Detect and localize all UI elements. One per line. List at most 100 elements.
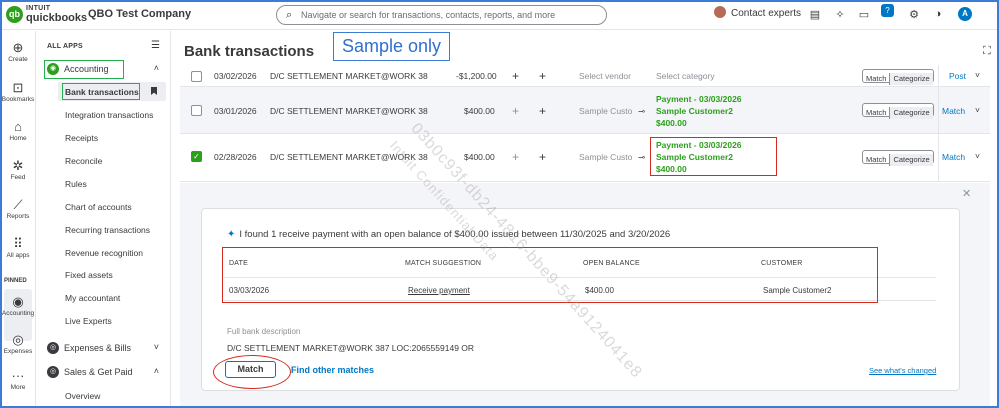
sidebar-item-recurring-transactions[interactable]: Recurring transactions [65,225,150,235]
global-search[interactable]: ⌕ Navigate or search for transactions, c… [276,5,607,25]
sidebar-item-overview[interactable]: Overview [65,391,100,401]
quickbooks-logo[interactable]: qb INTUIT quickbooks [6,5,87,25]
row-payee-select[interactable]: Sample Custo [579,152,632,162]
sample-only-label: Sample only [333,32,450,61]
rail-more[interactable]: ··· More [0,368,36,391]
sidebar-item-reconcile[interactable]: Reconcile [65,156,102,166]
company-name: QBO Test Company [88,8,192,20]
sidebar-item-my-accountant[interactable]: My accountant [65,293,120,303]
sidebar-group-expenses[interactable]: ◎ Expenses & Bills ˅ [47,340,163,358]
rail-accounting-label: Accounting [1,310,35,317]
more-dots-icon: ··· [11,368,25,383]
add-split-icon[interactable]: + [512,150,519,164]
row-payee-select[interactable]: Select vendor [579,71,631,81]
add-rule-icon[interactable]: + [539,104,546,118]
gear-icon[interactable]: ⚙ [907,8,921,21]
close-icon[interactable]: ✕ [962,187,971,200]
find-other-matches-link[interactable]: Find other matches [291,365,374,375]
rail-create-label: Create [8,56,28,63]
row-match-categorize-toggle[interactable]: Match Categorize [862,150,934,166]
rail-feed[interactable]: ✲ Feed [0,158,36,181]
rail-accounting[interactable]: ◉ Accounting [0,294,36,317]
annotation-bank-transactions-box [62,83,140,100]
match-line-customer: Sample Customer2 [656,106,733,116]
sidebar-item-live-experts[interactable]: Live Experts [65,316,112,326]
add-split-icon[interactable]: + [512,69,519,83]
match-line-amount: $400.00 [656,118,687,128]
row-category-select[interactable]: Select category [656,71,715,81]
sidebar-group-sales[interactable]: ◎ Sales & Get Paid ˄ [47,364,163,382]
see-whats-changed-link[interactable]: See what's changed [869,366,936,375]
logo-intuit-text: INTUIT [26,5,51,12]
row-checkbox[interactable] [191,105,202,116]
link-icon: ⊸ [638,152,646,162]
help-icon[interactable]: ? [881,4,894,17]
sparkle-icon: ✦ [227,229,236,240]
row-amount: $400.00 [464,106,495,116]
sidebar-item-chart-of-accounts[interactable]: Chart of accounts [65,202,132,212]
add-rule-icon[interactable]: + [539,69,546,83]
top-bar: qb INTUIT quickbooks QBO Test Company ⌕ … [0,0,999,30]
row-match-categorize-toggle[interactable]: Match Categorize [862,103,934,119]
row-description: D/C SETTLEMENT MARKET@WORK 387 LOC [270,106,428,116]
categorize-toggle-option[interactable]: Categorize [889,154,933,166]
rail-reports-label: Reports [6,213,30,220]
row-match-button[interactable]: Match [942,106,965,116]
match-button[interactable]: Match [225,361,276,378]
chevron-up-icon: ˄ [153,366,159,376]
add-rule-icon[interactable]: + [539,150,546,164]
sidebar-item-fixed-assets[interactable]: Fixed assets [65,270,113,280]
contact-experts-link[interactable]: Contact experts [714,6,801,19]
row-checkbox[interactable] [191,71,202,82]
intuit-apps-icon[interactable]: ◑ [931,8,945,20]
rail-expenses[interactable]: ◎ Expenses [0,332,36,355]
rail-bookmarks[interactable]: ⊡ Bookmarks [0,80,36,103]
sidebar-item-revenue-recognition[interactable]: Revenue recognition [65,248,143,258]
page-title: Bank transactions [184,43,315,60]
categorize-toggle-option[interactable]: Categorize [889,73,933,85]
row-match-categorize-toggle[interactable]: Match Categorize [862,69,934,85]
user-avatar[interactable]: A [958,7,972,21]
sidebar-item-receipts[interactable]: Receipts [65,133,98,143]
row-post-button[interactable]: Post [949,71,966,81]
match-line-title: Payment - 03/03/2026 [656,94,742,104]
sparkle-icon[interactable]: ✧ [833,8,847,21]
row-checkbox-checked[interactable]: ✓ [191,151,202,162]
table-row[interactable]: ✓ 02/28/2026 D/C SETTLEMENT MARKET@WORK … [180,134,990,182]
plus-circle-icon: ⊕ [12,40,24,55]
match-toggle-option[interactable]: Match [863,73,889,85]
chat-icon[interactable]: ▭ [857,8,871,21]
icon-rail: ⊕ Create ⊡ Bookmarks ⌂ Home ✲ Feed ⟋ Rep… [0,31,36,408]
logo-quickbooks-text: quickbooks [26,12,88,24]
table-row[interactable]: 03/02/2026 D/C SETTLEMENT MARKET@WORK 38… [180,65,990,87]
rail-create[interactable]: ⊕ Create [0,40,36,63]
row-date: 03/01/2026 [214,106,257,116]
column-divider [938,65,939,87]
row-match-button[interactable]: Match [942,152,965,162]
row-expand-chevron-icon[interactable]: ˅ [975,151,980,161]
expand-icon[interactable]: ⛶ [983,45,991,58]
row-date: 03/02/2026 [214,71,257,81]
clipboard-icon[interactable]: ▤ [808,8,822,21]
row-description: D/C SETTLEMENT MARKET@WORK 387 LOC [270,152,428,162]
row-expand-chevron-icon[interactable]: ˅ [975,105,980,115]
home-icon: ⌂ [14,119,22,134]
collapse-sidebar-icon[interactable]: ☰ [151,40,160,51]
match-toggle-option[interactable]: Match [863,107,889,119]
table-row[interactable]: 03/01/2026 D/C SETTLEMENT MARKET@WORK 38… [180,87,990,134]
rail-home[interactable]: ⌂ Home [0,119,36,142]
add-split-icon[interactable]: + [512,104,519,118]
rail-pinned-heading: PINNED [4,278,27,284]
categorize-toggle-option[interactable]: Categorize [889,107,933,119]
found-match-text: I found 1 receive payment with an open b… [239,229,671,240]
match-toggle-option[interactable]: Match [863,154,889,166]
rail-all-apps[interactable]: ⠿ All apps [0,236,36,259]
rail-reports[interactable]: ⟋ Reports [0,197,36,220]
sidebar-heading: ALL APPS [47,43,83,50]
sidebar-item-integration-transactions[interactable]: Integration transactions [65,110,153,120]
sidebar-item-rules[interactable]: Rules [65,179,87,189]
row-payee-select[interactable]: Sample Custo [579,106,632,116]
rail-home-label: Home [9,135,27,142]
expert-avatar [714,6,726,18]
row-expand-chevron-icon[interactable]: ˅ [975,70,980,80]
